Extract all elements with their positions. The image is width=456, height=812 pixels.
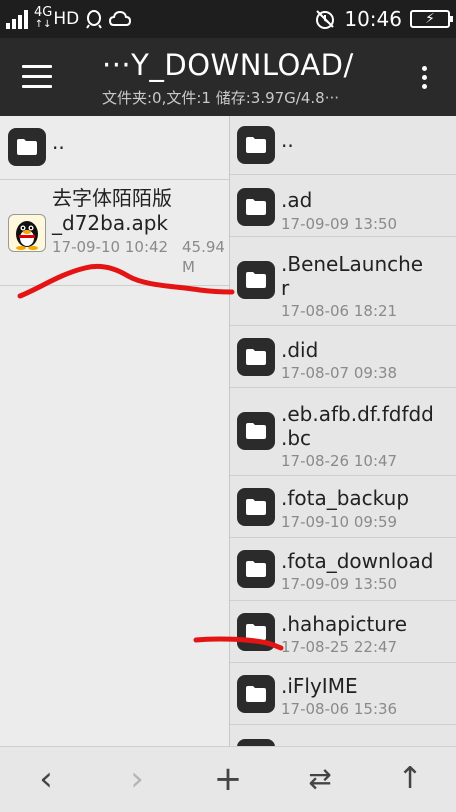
folder-name: .hahapicture xyxy=(281,612,408,636)
folder-icon xyxy=(237,675,275,713)
folder-date: 17-08-06 18:21 xyxy=(281,302,398,320)
folder-row-partial[interactable] xyxy=(230,725,456,746)
parent-folder-row[interactable]: .. xyxy=(0,116,229,180)
file-date: 17-09-10 10:42 xyxy=(52,238,169,256)
hd-indicator: HD xyxy=(53,9,80,29)
folder-name-line2: r xyxy=(281,276,290,300)
folder-name-line2: .bc xyxy=(281,426,312,450)
folder-date: 17-08-26 10:47 xyxy=(281,452,398,470)
left-file-pane[interactable]: .. 去字体陌陌版 _d72ba.apk 17-09-10 10:42 45.9… xyxy=(0,116,230,746)
menu-button[interactable] xyxy=(22,65,56,91)
swap-icon: ⇄ xyxy=(308,762,332,795)
network-type: 4G xyxy=(34,5,53,20)
folder-icon xyxy=(237,412,275,450)
signal-icon xyxy=(6,9,28,29)
folder-row[interactable]: .hahapicture 17-08-25 22:47 xyxy=(230,601,456,663)
folder-name: .ad xyxy=(281,188,313,212)
folder-date: 17-08-07 09:38 xyxy=(281,364,398,382)
folder-name: .fota_backup xyxy=(281,486,410,510)
right-file-pane[interactable]: .. .ad 17-09-09 13:50 .BeneLaunche r 17-… xyxy=(230,116,456,746)
folder-row[interactable]: .did 17-08-07 09:38 xyxy=(230,326,456,388)
parent-folder-label: .. xyxy=(281,128,294,152)
back-icon: ‹ xyxy=(39,759,53,799)
arrow-up-icon: ↑ xyxy=(397,761,423,796)
folder-row[interactable]: .fota_download 17-09-09 13:50 xyxy=(230,538,456,601)
folder-date: 17-09-10 09:59 xyxy=(281,513,398,531)
folder-icon xyxy=(237,488,275,526)
up-directory-button[interactable]: ↑ xyxy=(390,761,430,797)
folder-row[interactable]: .eb.afb.df.fdfdd .bc 17-08-26 10:47 xyxy=(230,388,456,476)
alarm-off-icon xyxy=(316,10,335,29)
qq-penguin-icon xyxy=(8,214,46,252)
forward-button[interactable]: › xyxy=(117,761,157,797)
folder-icon xyxy=(237,338,275,376)
folder-icon xyxy=(237,613,275,651)
folder-date: 17-08-06 15:36 xyxy=(281,700,398,718)
folder-date: 17-09-09 13:50 xyxy=(281,215,398,233)
folder-row[interactable]: .BeneLaunche r 17-08-06 18:21 xyxy=(230,237,456,326)
folder-row[interactable]: .iFlyIME 17-08-06 15:36 xyxy=(230,663,456,725)
plus-icon: + xyxy=(213,759,243,799)
forward-icon: › xyxy=(130,759,144,799)
bottom-toolbar: ‹ › + ⇄ ↑ xyxy=(0,746,456,812)
file-name-line2: _d72ba.apk xyxy=(52,211,168,235)
folder-date: 17-08-25 22:47 xyxy=(281,638,398,656)
more-options-button[interactable] xyxy=(422,66,428,92)
file-name-line1: 去字体陌陌版 xyxy=(52,186,172,210)
folder-icon xyxy=(237,261,275,299)
back-button[interactable]: ‹ xyxy=(26,761,66,797)
folder-icon xyxy=(237,188,275,226)
add-button[interactable]: + xyxy=(208,761,248,797)
folder-icon xyxy=(237,739,275,746)
file-row[interactable]: 去字体陌陌版 _d72ba.apk 17-09-10 10:42 45.94 M xyxy=(0,180,229,286)
folder-name: .did xyxy=(281,338,319,362)
file-size: 45.94 xyxy=(182,238,225,256)
folder-icon xyxy=(237,550,275,588)
parent-folder-label: .. xyxy=(52,130,65,154)
battery-icon: ⚡ xyxy=(410,10,453,28)
parent-folder-row[interactable]: .. xyxy=(230,116,456,175)
cloud-icon xyxy=(109,11,132,26)
folder-date: 17-09-09 13:50 xyxy=(281,575,398,593)
status-bar: 4G ↑↓ HD 10:46 ⚡ xyxy=(0,0,456,38)
folder-row[interactable]: .ad 17-09-09 13:50 xyxy=(230,175,456,237)
folder-name-line1: .eb.afb.df.fdfdd xyxy=(281,402,434,426)
folder-name-line1: .BeneLaunche xyxy=(281,252,424,276)
folder-row[interactable]: .fota_backup 17-09-10 09:59 xyxy=(230,476,456,538)
app-bar: ···Y_DOWNLOAD/ 文件夹:0,文件:1 储存:3.97G/4.8··… xyxy=(0,38,456,116)
swap-panes-button[interactable]: ⇄ xyxy=(300,761,340,797)
folder-icon xyxy=(237,126,275,164)
qq-notification-icon xyxy=(86,10,103,29)
storage-summary: 文件夹:0,文件:1 储存:3.97G/4.8··· xyxy=(102,89,340,107)
clock: 10:46 xyxy=(344,7,402,31)
path-title: ···Y_DOWNLOAD/ xyxy=(102,48,354,82)
file-size-unit: M xyxy=(182,258,195,276)
folder-name: .iFlyIME xyxy=(281,674,358,698)
folder-icon xyxy=(8,128,46,166)
folder-name: .fota_download xyxy=(281,549,434,573)
